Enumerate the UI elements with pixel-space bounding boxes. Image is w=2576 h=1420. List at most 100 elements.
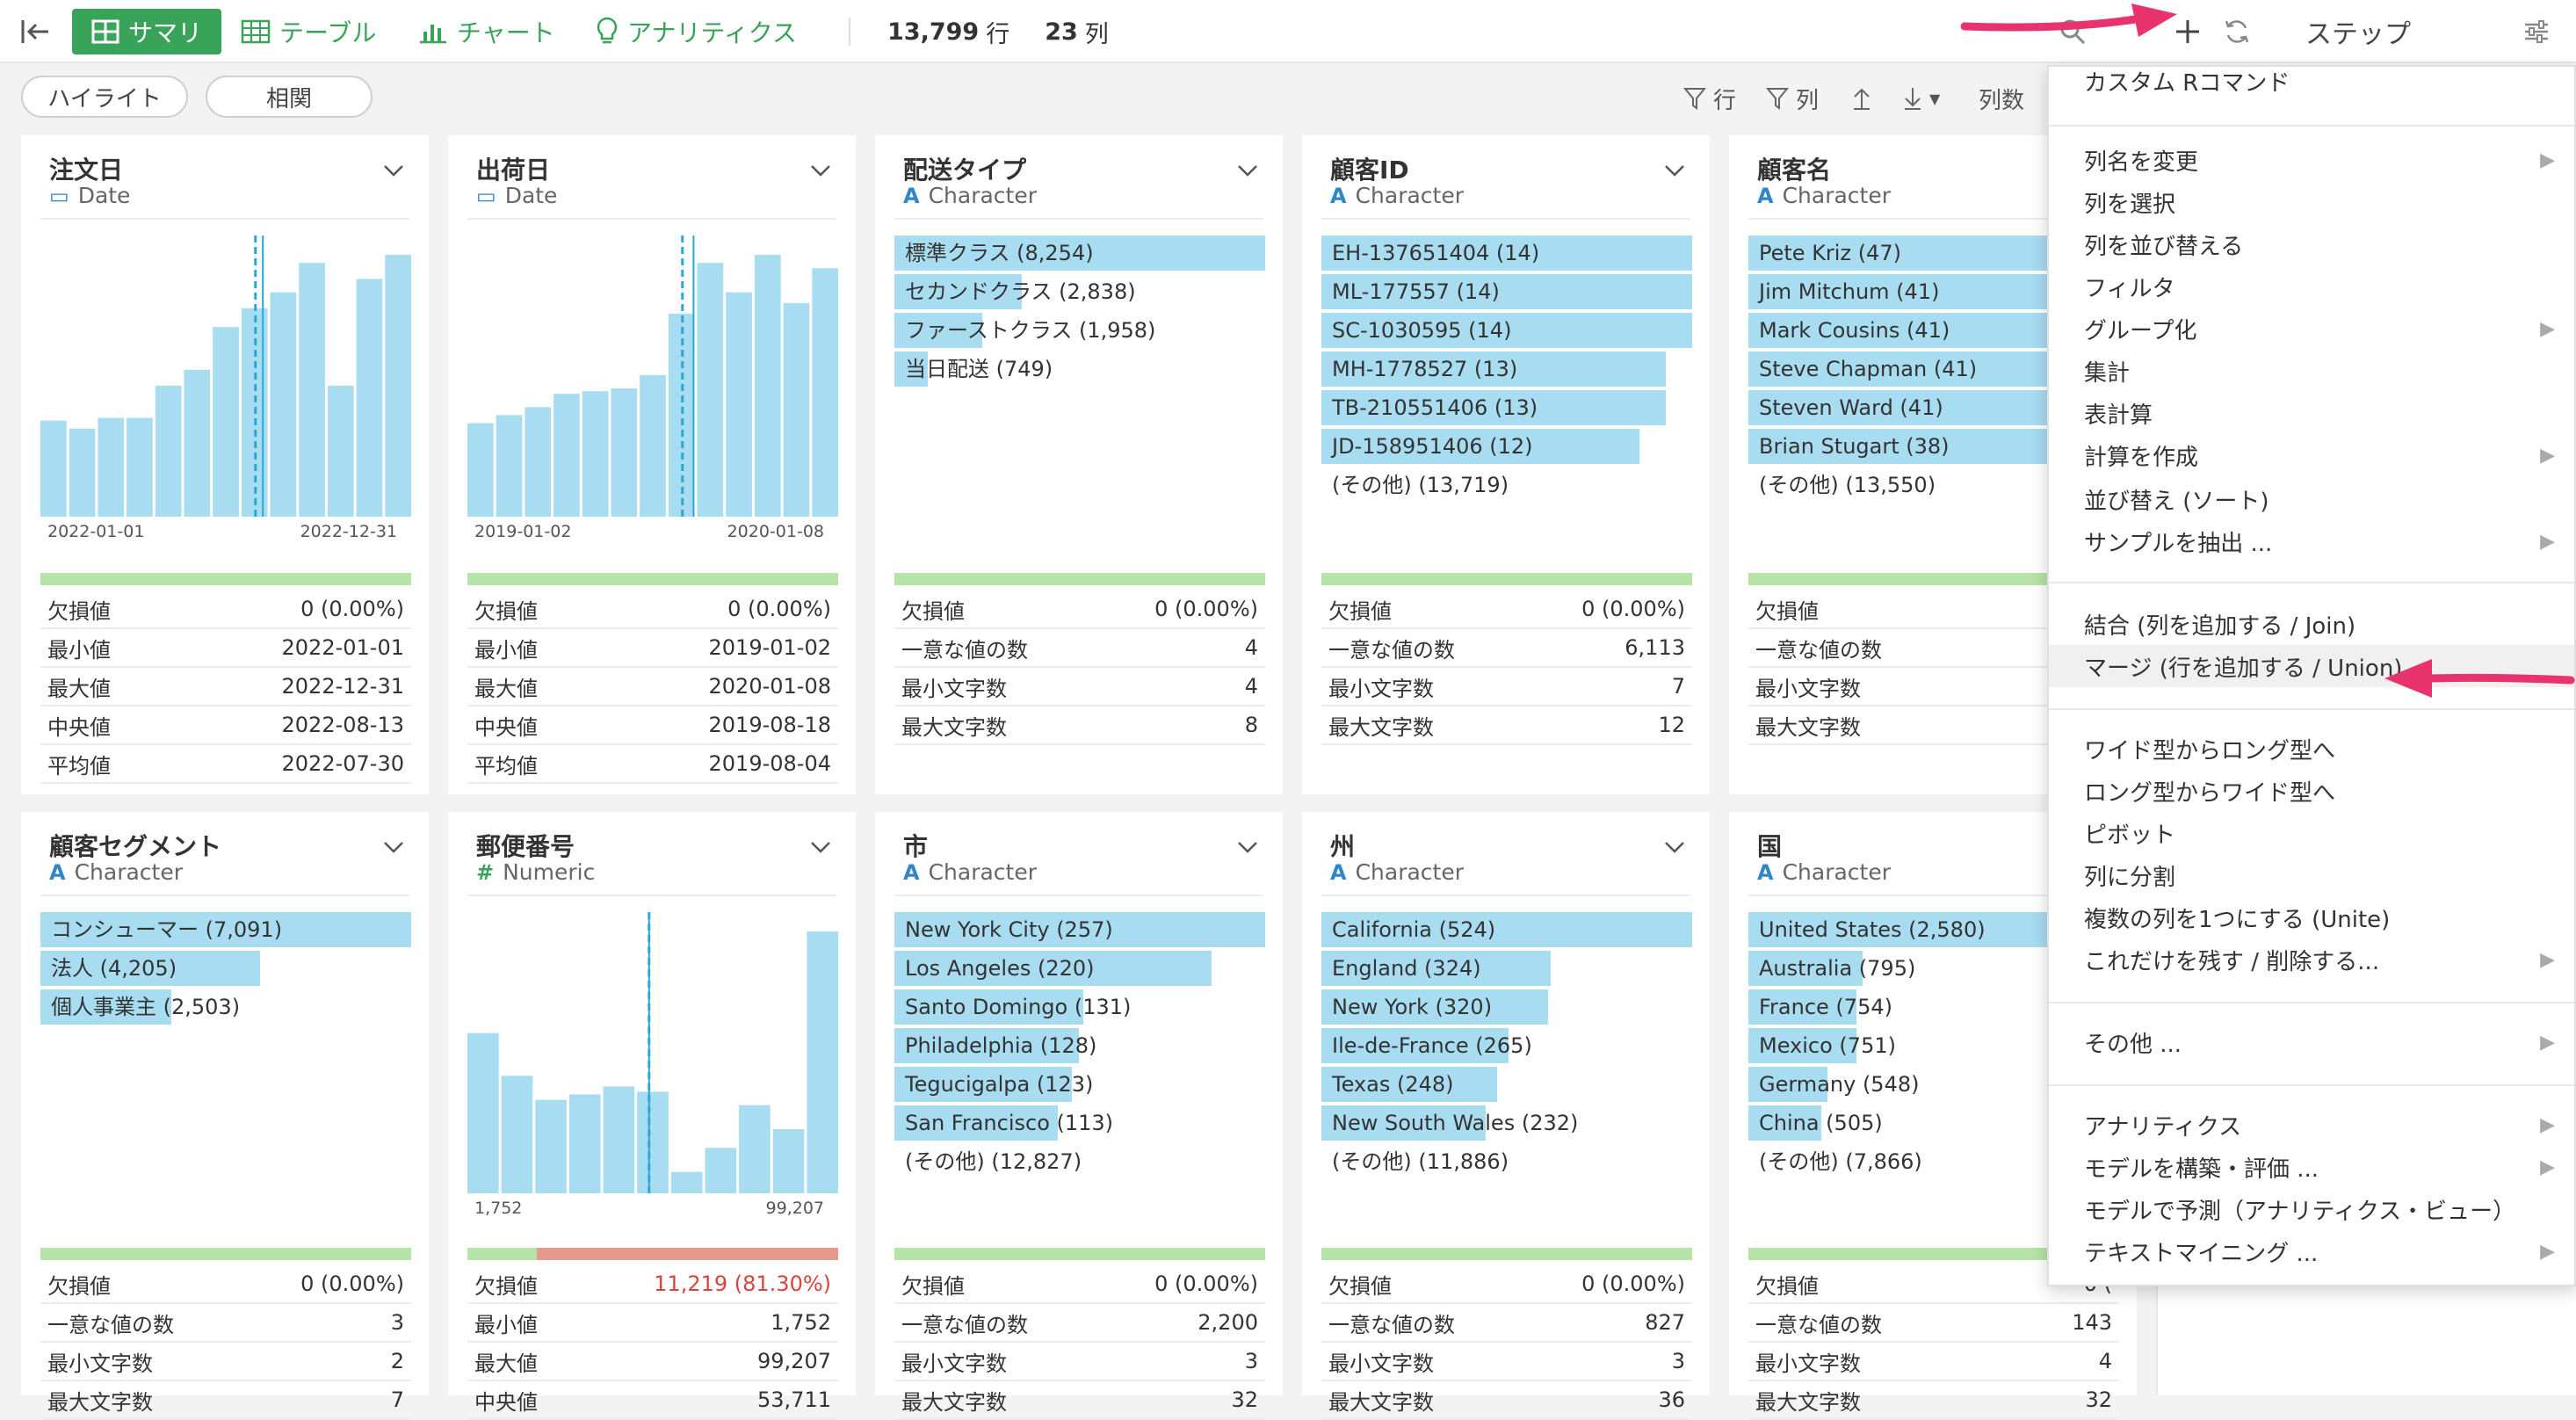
correlation-button[interactable]: 相関 (206, 76, 373, 118)
histogram-bar[interactable] (611, 388, 638, 517)
tab-table[interactable]: テーブル (241, 0, 376, 63)
frequency-bar-row[interactable]: コンシューマー (7,091) (40, 912, 411, 947)
menu-item[interactable]: 結合 (列を追加する / Join) (2049, 603, 2574, 645)
column-menu-chevron-icon[interactable] (383, 156, 404, 183)
column-menu-chevron-icon[interactable] (810, 833, 831, 859)
search-icon[interactable] (2059, 0, 2086, 63)
column-menu-chevron-icon[interactable] (810, 156, 831, 183)
menu-item[interactable]: 並び替え (ソート) (2049, 478, 2574, 520)
menu-item[interactable]: 列を並び替える (2049, 223, 2574, 265)
column-menu-chevron-icon[interactable] (383, 833, 404, 859)
histogram-bar[interactable] (637, 1091, 669, 1193)
menu-item[interactable]: テキストマイニング ... ▶ (2049, 1230, 2574, 1272)
frequency-bar-row[interactable]: ファーストクラス (1,958) (894, 313, 1265, 348)
refresh-icon[interactable] (2219, 0, 2254, 63)
menu-item[interactable]: ロング型からワイド型へ (2049, 770, 2574, 812)
menu-item[interactable]: 計算を作成 ▶ (2049, 434, 2574, 476)
highlight-button[interactable]: ハイライト (21, 76, 188, 118)
sliders-icon[interactable] (2523, 0, 2550, 63)
histogram-bar[interactable] (754, 255, 781, 517)
menu-item[interactable]: グループ化 ▶ (2049, 308, 2574, 350)
frequency-bar-row[interactable]: San Francisco (113) (894, 1105, 1265, 1141)
tab-summary[interactable]: サマリ (72, 9, 221, 54)
menu-item[interactable]: 列に分割 (2049, 854, 2574, 896)
frequency-bar-row[interactable]: 当日配送 (749) (894, 351, 1265, 387)
frequency-bar-row[interactable]: England (324) (1321, 951, 1692, 986)
histogram-bar[interactable] (705, 1148, 737, 1193)
frequency-bar-row[interactable]: TB-210551406 (13) (1321, 390, 1692, 425)
tab-chart[interactable]: チャート (418, 0, 555, 63)
tab-analytics[interactable]: アナリティクス (596, 0, 797, 63)
col-filter-button[interactable]: 列 (1766, 81, 1819, 116)
histogram-bar[interactable] (327, 386, 354, 517)
sort-asc-icon[interactable] (1852, 81, 1871, 116)
column-menu-chevron-icon[interactable] (1664, 156, 1685, 183)
frequency-bar-row[interactable]: Texas (248) (1321, 1067, 1692, 1102)
histogram-bar[interactable] (356, 279, 383, 517)
histogram-bar[interactable] (568, 1094, 601, 1193)
histogram-bar[interactable] (501, 1076, 533, 1193)
menu-item[interactable]: モデルを構築・評価 ... ▶ (2049, 1146, 2574, 1188)
histogram-bar[interactable] (812, 268, 838, 517)
frequency-bar-row[interactable]: ML-177557 (14) (1321, 274, 1692, 309)
frequency-bar-row[interactable]: Santo Domingo (131) (894, 989, 1265, 1025)
sort-desc-icon[interactable]: ▼ (1903, 81, 1940, 116)
frequency-bar-row[interactable]: Tegucigalpa (123) (894, 1067, 1265, 1102)
row-filter-button[interactable]: 行 (1683, 81, 1736, 116)
menu-item[interactable]: マージ (行を追加する / Union) (2049, 645, 2574, 687)
frequency-bar-row[interactable]: Philadelphia (128) (894, 1028, 1265, 1063)
histogram-bar[interactable] (299, 263, 325, 517)
frequency-bar-row[interactable]: New South Wales (232) (1321, 1105, 1692, 1141)
histogram-bar[interactable] (98, 417, 125, 517)
menu-item[interactable]: ワイド型からロング型へ (2049, 728, 2574, 770)
frequency-bar-row[interactable]: New York (320) (1321, 989, 1692, 1025)
histogram-bar[interactable] (40, 420, 67, 517)
histogram-bar[interactable] (554, 394, 580, 517)
menu-item[interactable]: 表計算 (2049, 392, 2574, 434)
menu-item[interactable]: その他 ... ▶ (2049, 1021, 2574, 1063)
menu-item[interactable]: 集計 (2049, 350, 2574, 392)
histogram-bar[interactable] (385, 255, 411, 517)
histogram-bar[interactable] (697, 263, 724, 517)
frequency-bar-row[interactable]: Ile-de-France (265) (1321, 1028, 1692, 1063)
frequency-bar-row[interactable]: Los Angeles (220) (894, 951, 1265, 986)
menu-item[interactable]: これだけを残す / 削除する... ▶ (2049, 938, 2574, 981)
histogram-bar[interactable] (270, 292, 297, 517)
histogram-bar[interactable] (496, 415, 523, 517)
histogram-bar[interactable] (783, 302, 810, 517)
column-menu-chevron-icon[interactable] (1237, 156, 1258, 183)
histogram-bar[interactable] (525, 407, 552, 517)
column-menu-chevron-icon[interactable] (1664, 833, 1685, 859)
menu-item[interactable]: 列を選択 (2049, 181, 2574, 223)
frequency-bar-row[interactable]: SC-1030595 (14) (1321, 313, 1692, 348)
menu-item[interactable]: ピボット (2049, 812, 2574, 854)
histogram-bar[interactable] (184, 369, 211, 517)
histogram-bar[interactable] (467, 1032, 499, 1193)
menu-item[interactable]: 複数の列を1つにする (Unite) (2049, 896, 2574, 938)
frequency-bar-row[interactable]: JD-158951406 (12) (1321, 429, 1692, 464)
histogram-bar[interactable] (726, 292, 752, 517)
menu-item[interactable]: カスタム Rコマンド (2049, 60, 2574, 102)
histogram-bar[interactable] (69, 428, 96, 517)
histogram-bar[interactable] (213, 327, 239, 517)
histogram-bar[interactable] (807, 931, 838, 1193)
histogram-bar[interactable] (467, 423, 494, 517)
histogram-bar[interactable] (772, 1129, 805, 1193)
histogram-bar[interactable] (127, 417, 153, 517)
histogram-bar[interactable] (640, 374, 666, 517)
menu-item[interactable]: モデルで予測（アナリティクス・ビュー） (2049, 1188, 2574, 1230)
histogram-bar[interactable] (739, 1105, 771, 1193)
menu-item[interactable]: フィルタ (2049, 265, 2574, 308)
histogram-bar[interactable] (155, 386, 182, 517)
collapse-left-icon[interactable] (16, 0, 54, 63)
frequency-bar-row[interactable]: California (524) (1321, 912, 1692, 947)
menu-item[interactable]: 列名を変更 ▶ (2049, 139, 2574, 181)
histogram-bar[interactable] (603, 1086, 635, 1193)
frequency-bar-row[interactable]: セカンドクラス (2,838) (894, 274, 1265, 309)
menu-item[interactable]: サンプルを抽出 ... ▶ (2049, 520, 2574, 562)
frequency-bar-row[interactable]: 個人事業主 (2,503) (40, 989, 411, 1025)
histogram-bar[interactable] (535, 1099, 567, 1193)
frequency-bar-row[interactable]: MH-1778527 (13) (1321, 351, 1692, 387)
column-menu-chevron-icon[interactable] (1237, 833, 1258, 859)
add-step-plus-icon[interactable] (2170, 0, 2205, 63)
